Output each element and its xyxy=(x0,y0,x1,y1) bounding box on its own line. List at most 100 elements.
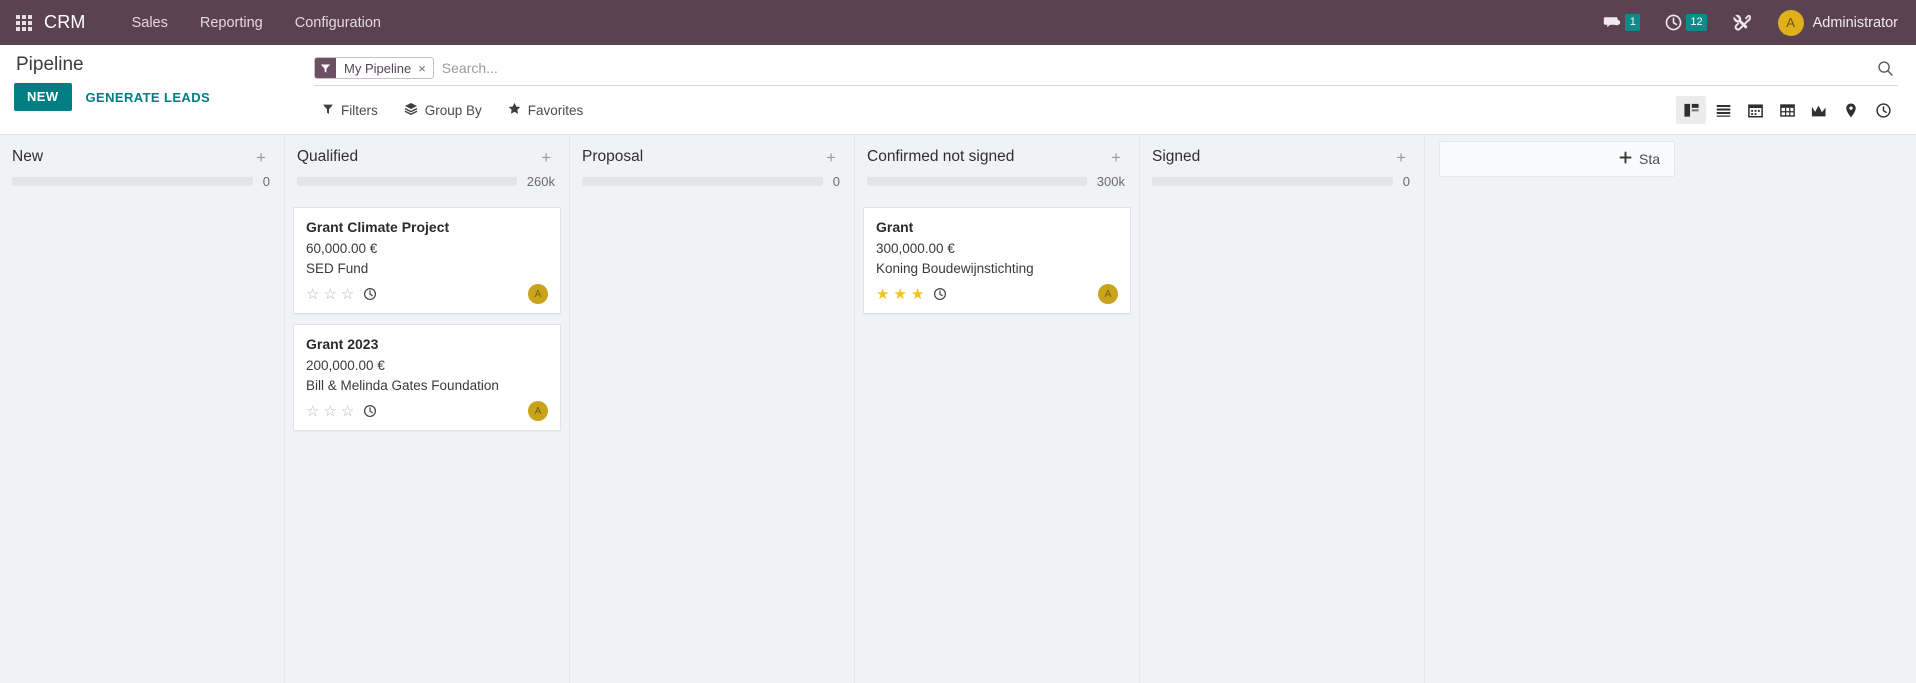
clock-icon[interactable] xyxy=(933,287,947,301)
progress-bar[interactable] xyxy=(1152,177,1393,186)
avatar[interactable]: A xyxy=(528,284,548,304)
top-navbar: CRM Sales Reporting Configuration 1 12 A… xyxy=(0,0,1916,45)
messages-button[interactable]: 1 xyxy=(1592,9,1654,37)
plus-icon[interactable]: + xyxy=(1392,149,1410,166)
view-button-pivot[interactable] xyxy=(1772,96,1802,124)
search-input[interactable] xyxy=(439,60,1869,76)
menu-item-sales[interactable]: Sales xyxy=(116,9,184,37)
card-partner: Koning Boudewijnstichting xyxy=(876,261,1034,276)
clock-icon xyxy=(1665,14,1682,31)
card-amount: 300,000.00 € xyxy=(876,241,955,256)
search-facet-my-pipeline[interactable]: My Pipeline × xyxy=(314,57,434,79)
column-progressbar: 300k xyxy=(863,172,1131,189)
view-button-list[interactable] xyxy=(1708,96,1738,124)
star-icon[interactable]: ★ xyxy=(876,287,889,302)
priority-stars: ★ ★ ★ xyxy=(876,287,924,302)
control-panel-row: Pipeline NEW GENERATE LEADS My Pipeline … xyxy=(0,45,1916,134)
facet-remove-icon[interactable]: × xyxy=(418,62,426,75)
filters-label: Filters xyxy=(341,102,378,118)
plus-icon[interactable]: + xyxy=(1107,149,1125,166)
groupby-dropdown[interactable]: Group By xyxy=(404,102,482,118)
column-title[interactable]: New xyxy=(12,148,43,166)
priority-stars: ☆ ☆ ☆ xyxy=(306,404,354,419)
star-icon[interactable]: ☆ xyxy=(341,404,354,419)
column-total: 0 xyxy=(832,174,840,189)
star-icon[interactable]: ☆ xyxy=(323,287,336,302)
view-button-activity[interactable] xyxy=(1868,96,1898,124)
column-header: Confirmed not signed + xyxy=(863,135,1131,172)
view-button-map[interactable] xyxy=(1836,96,1866,124)
progress-bar[interactable] xyxy=(12,177,253,186)
kanban-card[interactable]: Grant 300,000.00 € Koning Boudewijnstich… xyxy=(863,207,1131,314)
column-cards xyxy=(8,189,276,207)
star-icon[interactable]: ★ xyxy=(911,287,924,302)
activities-button[interactable]: 12 xyxy=(1654,9,1720,36)
card-footer: ★ ★ ★ A xyxy=(876,284,1118,304)
menu-item-configuration[interactable]: Configuration xyxy=(279,9,397,37)
column-title[interactable]: Signed xyxy=(1152,148,1200,166)
column-title[interactable]: Proposal xyxy=(582,148,643,166)
graph-view-icon xyxy=(1811,105,1826,116)
filters-dropdown[interactable]: Filters xyxy=(322,103,378,118)
avatar[interactable]: A xyxy=(528,401,548,421)
apps-grid-icon[interactable] xyxy=(16,14,32,31)
column-title[interactable]: Qualified xyxy=(297,148,358,166)
progress-bar[interactable] xyxy=(867,177,1087,186)
card-amount: 60,000.00 € xyxy=(306,241,378,256)
kanban-column-proposal: Proposal + 0 xyxy=(570,135,855,683)
column-total: 0 xyxy=(1402,174,1410,189)
clock-icon[interactable] xyxy=(363,404,377,418)
plus-icon[interactable]: + xyxy=(822,149,840,166)
star-icon[interactable]: ☆ xyxy=(341,287,354,302)
kanban-column-new: New + 0 xyxy=(0,135,285,683)
view-button-calendar[interactable] xyxy=(1740,96,1770,124)
messages-badge: 1 xyxy=(1625,14,1641,31)
star-icon[interactable]: ★ xyxy=(893,287,906,302)
progress-bar[interactable] xyxy=(297,177,517,186)
star-icon[interactable]: ☆ xyxy=(306,287,319,302)
search-icon[interactable] xyxy=(1869,60,1898,77)
plus-icon[interactable]: + xyxy=(252,149,270,166)
control-panel-right: My Pipeline × Search... Filters Group By… xyxy=(314,45,1898,134)
column-cards xyxy=(578,189,846,207)
control-panel-left: Pipeline NEW GENERATE LEADS xyxy=(14,45,314,122)
main-menu: Sales Reporting Configuration xyxy=(116,9,397,37)
star-icon[interactable]: ☆ xyxy=(306,404,319,419)
app-brand-crm[interactable]: CRM xyxy=(44,12,86,33)
menu-item-reporting[interactable]: Reporting xyxy=(184,9,279,37)
add-stage-label: Sta xyxy=(1638,151,1660,167)
avatar[interactable]: A xyxy=(1098,284,1118,304)
new-button[interactable]: NEW xyxy=(14,83,72,111)
generate-leads-button[interactable]: GENERATE LEADS xyxy=(86,90,211,105)
column-title[interactable]: Confirmed not signed xyxy=(867,148,1014,166)
kanban-board: New + 0 Qualified + 260k Grant Climate P… xyxy=(0,135,1916,683)
favorites-dropdown[interactable]: Favorites xyxy=(508,102,584,118)
list-view-icon xyxy=(1716,104,1730,117)
star-icon xyxy=(508,102,521,118)
kanban-card[interactable]: Grant Climate Project 60,000.00 € SED Fu… xyxy=(293,207,561,314)
kanban-card[interactable]: Grant 2023 200,000.00 € Bill & Melinda G… xyxy=(293,324,561,431)
developer-tools-button[interactable] xyxy=(1721,8,1766,37)
column-total: 260k xyxy=(526,174,555,189)
add-stage-column: Sta xyxy=(1425,135,1675,177)
view-button-kanban[interactable] xyxy=(1676,96,1706,124)
card-footer: ☆ ☆ ☆ A xyxy=(306,284,548,304)
user-menu-button[interactable]: A Administrator xyxy=(1766,7,1902,39)
search-dropdowns: Filters Group By Favorites xyxy=(314,102,583,118)
user-name-label: Administrator xyxy=(1812,14,1898,31)
column-cards: Grant 300,000.00 € Koning Boudewijnstich… xyxy=(863,189,1131,314)
favorites-label: Favorites xyxy=(527,102,584,118)
star-icon[interactable]: ☆ xyxy=(323,404,336,419)
facet-label: My Pipeline xyxy=(344,60,412,76)
clock-icon[interactable] xyxy=(363,287,377,301)
kanban-column-qualified: Qualified + 260k Grant Climate Project 6… xyxy=(285,135,570,683)
add-stage-button[interactable]: Sta xyxy=(1439,141,1675,177)
view-button-graph[interactable] xyxy=(1804,96,1834,124)
plus-icon[interactable]: + xyxy=(537,149,555,166)
control-panel-bottom: Filters Group By Favorites xyxy=(314,86,1898,134)
kanban-column-signed: Signed + 0 xyxy=(1140,135,1425,683)
navbar-right-area: 1 12 A Administrator xyxy=(1592,7,1902,39)
progress-bar[interactable] xyxy=(582,177,823,186)
priority-stars: ☆ ☆ ☆ xyxy=(306,287,354,302)
map-view-icon xyxy=(1846,103,1856,117)
